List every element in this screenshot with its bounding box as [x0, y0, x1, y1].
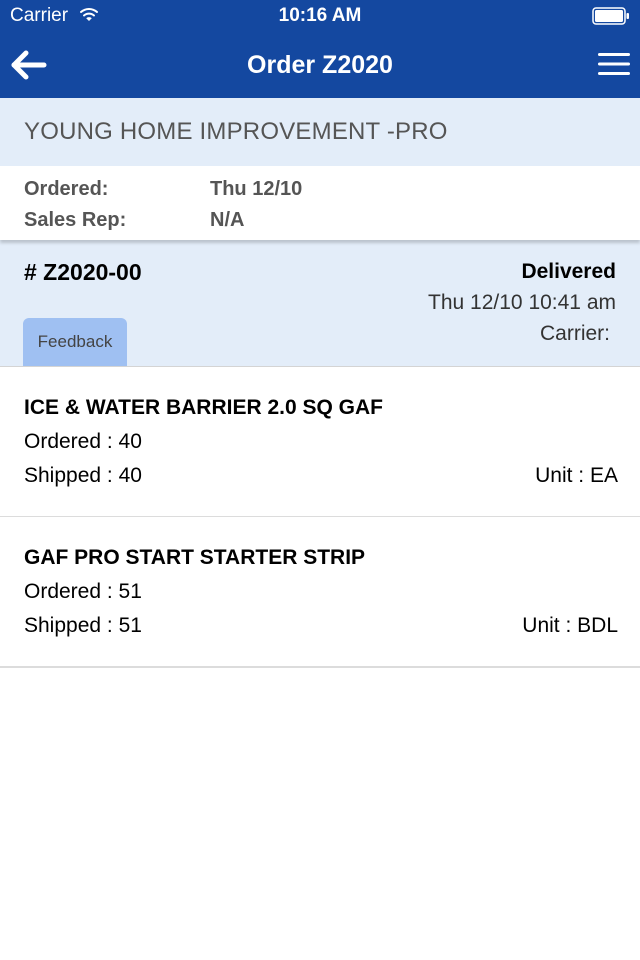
ordered-value: Thu 12/10: [210, 178, 303, 200]
top-bar: Carrier 10:16 AM Order Z2020: [0, 0, 640, 98]
status-badge: Delivered: [521, 260, 616, 283]
hamburger-menu-icon[interactable]: [598, 50, 630, 78]
shipment-header: # Z2020-00 Delivered Thu 12/10 10:41 am …: [0, 240, 640, 367]
sales-rep-value: N/A: [210, 209, 245, 231]
status-bar: Carrier 10:16 AM: [0, 0, 640, 34]
item-unit: Unit : EA: [535, 464, 618, 487]
item-ordered-qty: Ordered : 51: [24, 580, 142, 603]
shipment-id: # Z2020-00: [24, 259, 142, 285]
item-unit: Unit : BDL: [522, 614, 618, 637]
item-shipped-qty: Shipped : 40: [24, 464, 142, 487]
item-name: GAF PRO START STARTER STRIP: [24, 546, 366, 569]
customer-band: YOUNG HOME IMPROVEMENT -PRO: [0, 98, 640, 166]
clock-time: 10:16 AM: [278, 5, 362, 26]
item-shipped-qty: Shipped : 51: [24, 614, 142, 637]
list-item[interactable]: GAF PRO START STARTER STRIP Ordered : 51…: [0, 517, 640, 668]
customer-name: YOUNG HOME IMPROVEMENT -PRO: [24, 118, 448, 145]
order-detail-screen: Carrier 10:16 AM Order Z2020 YOUNG HOME …: [0, 0, 640, 960]
order-meta: Ordered: Thu 12/10 Sales Rep: N/A: [0, 166, 640, 240]
battery-icon: [592, 7, 629, 25]
item-name: ICE & WATER BARRIER 2.0 SQ GAF: [24, 396, 383, 419]
ordered-label: Ordered:: [24, 178, 109, 200]
list-item[interactable]: ICE & WATER BARRIER 2.0 SQ GAF Ordered :…: [0, 367, 640, 518]
page-title: Order Z2020: [247, 51, 393, 79]
carrier-info: Carrier:: [539, 322, 610, 345]
sales-rep-label: Sales Rep:: [24, 209, 127, 231]
item-ordered-qty: Ordered : 40: [24, 430, 142, 453]
delivery-datetime: Thu 12/10 10:41 am: [428, 291, 616, 314]
feedback-button[interactable]: Feedback: [23, 318, 127, 366]
